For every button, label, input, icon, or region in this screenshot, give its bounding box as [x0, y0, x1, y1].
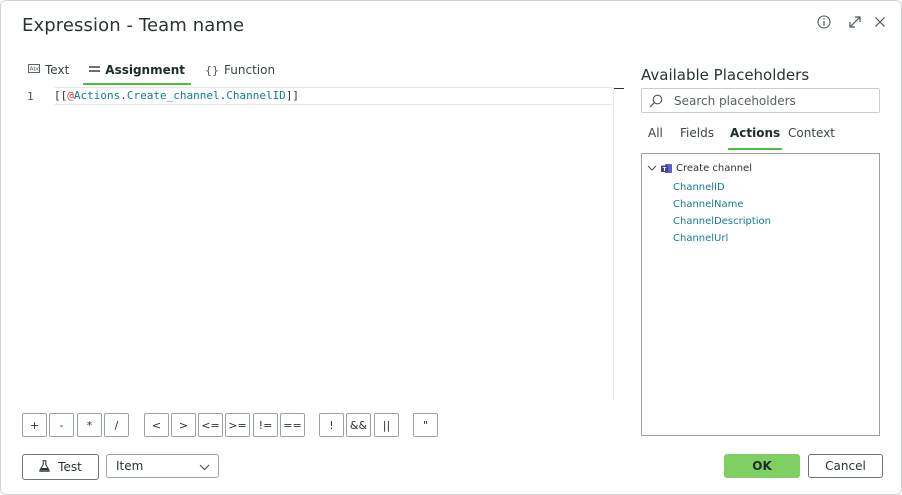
teams-icon: T: [661, 163, 672, 174]
expression-editor[interactable]: 1 [[@Actions.Create_channel.ChannelID]]: [22, 87, 624, 399]
operator-or-button[interactable]: ||: [374, 413, 399, 437]
editor-scroll-marker: [614, 88, 624, 89]
test-button[interactable]: Test: [22, 454, 99, 480]
text-icon: Abc: [28, 64, 40, 76]
tab-actions[interactable]: Actions: [727, 126, 783, 150]
flask-icon: [39, 459, 50, 475]
svg-text:Abc: Abc: [30, 67, 40, 73]
code-token-channel-id: ChannelID: [226, 89, 286, 102]
tab-function-label: Function: [224, 63, 276, 77]
svg-text:T: T: [663, 167, 667, 173]
code-at-sign: @: [67, 89, 74, 102]
line-number: 1: [27, 90, 34, 103]
search-icon: [649, 94, 663, 108]
operator-divide-button[interactable]: /: [104, 413, 129, 437]
tab-text-label: Text: [45, 63, 70, 77]
placeholder-search[interactable]: [641, 88, 880, 113]
item-select-value: Item: [116, 459, 144, 473]
info-icon[interactable]: [814, 12, 834, 32]
tree-group-label: Create channel: [676, 163, 752, 174]
placeholder-tree: T Create channel ChannelID ChannelName C…: [641, 153, 880, 436]
operator-greater-than-button[interactable]: >: [171, 413, 196, 437]
tab-fields[interactable]: Fields: [680, 126, 714, 146]
equals-icon: [89, 65, 101, 76]
test-button-label: Test: [58, 460, 82, 474]
tab-text[interactable]: Abc Text: [22, 58, 75, 82]
tab-assignment[interactable]: Assignment: [83, 58, 191, 85]
tab-all[interactable]: All: [648, 126, 663, 146]
tree-group-create-channel[interactable]: T Create channel: [647, 163, 752, 174]
tab-assignment-label: Assignment: [105, 63, 186, 77]
editor-divider: [613, 87, 614, 399]
code-line[interactable]: [[@Actions.Create_channel.ChannelID]]: [54, 87, 612, 105]
operator-equal-button[interactable]: ==: [280, 413, 305, 437]
placeholder-item[interactable]: ChannelDescription: [673, 216, 771, 227]
operator-less-equal-button[interactable]: <=: [198, 413, 223, 437]
operator-quote-button[interactable]: ": [413, 413, 438, 437]
code-open-brackets: [[: [54, 89, 68, 102]
editor-mode-tabs: Abc Text Assignment {} Function: [22, 58, 281, 85]
expand-icon[interactable]: [845, 12, 865, 32]
operator-not-equal-button[interactable]: !=: [253, 413, 278, 437]
placeholder-item[interactable]: ChannelUrl: [673, 233, 728, 244]
braces-icon: {}: [205, 63, 220, 77]
code-token-actions: Actions: [73, 89, 121, 102]
code-token-create-channel: Create_channel: [126, 89, 220, 102]
code-dot: .: [120, 89, 127, 102]
operator-and-button[interactable]: &&: [346, 413, 371, 437]
close-icon[interactable]: [870, 12, 890, 32]
placeholders-title: Available Placeholders: [641, 66, 810, 84]
tab-context[interactable]: Context: [788, 126, 835, 146]
ok-button[interactable]: OK: [724, 454, 800, 478]
operator-plus-button[interactable]: +: [22, 413, 47, 437]
chevron-down-icon: [199, 460, 210, 474]
operator-not-button[interactable]: !: [319, 413, 344, 437]
placeholder-item[interactable]: ChannelID: [673, 182, 725, 193]
cancel-button[interactable]: Cancel: [808, 454, 883, 478]
operator-multiply-button[interactable]: *: [77, 413, 102, 437]
placeholder-item[interactable]: ChannelName: [673, 199, 744, 210]
operator-greater-equal-button[interactable]: >=: [225, 413, 250, 437]
operator-minus-button[interactable]: -: [49, 413, 74, 437]
tab-function[interactable]: {} Function: [199, 58, 281, 82]
code-close-brackets: ]]: [285, 89, 300, 102]
operator-less-than-button[interactable]: <: [144, 413, 169, 437]
dialog-title: Expression - Team name: [22, 15, 245, 36]
chevron-down-icon[interactable]: [647, 165, 657, 172]
item-select[interactable]: Item: [106, 454, 219, 478]
search-input[interactable]: [672, 92, 866, 109]
